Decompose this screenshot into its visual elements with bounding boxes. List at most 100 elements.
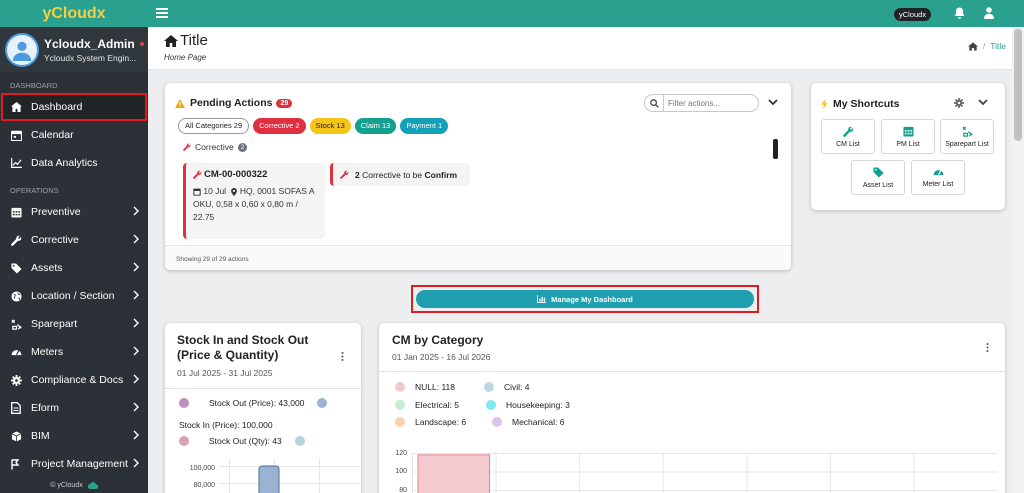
breadcrumb: / Title xyxy=(967,41,1006,51)
sidebar-item-meters[interactable]: Meters xyxy=(0,338,148,366)
y-tick-label: 100 xyxy=(395,468,407,475)
manage-dashboard-button[interactable]: Manage My Dashboard xyxy=(416,290,754,308)
actions-scrollbar-thumb[interactable] xyxy=(773,139,778,159)
actions-footer: Showing 29 of 29 actions xyxy=(165,245,791,270)
sidebar-item-corrective[interactable]: Corrective xyxy=(0,226,148,254)
category-pill-corrective[interactable]: Corrective 2 xyxy=(253,118,306,134)
category-pill-stock[interactable]: Stock 13 xyxy=(309,118,351,134)
gear-icon[interactable] xyxy=(954,98,964,108)
scrollbar-thumb[interactable] xyxy=(1014,29,1022,141)
legend-item-landscape[interactable]: Landscape: 6 xyxy=(395,417,466,427)
sidebar-item-label: Eform xyxy=(31,402,60,414)
cloud-icon xyxy=(87,481,98,489)
topbar: yCloudx xyxy=(148,0,1024,27)
legend-item-stock-in-price[interactable]: Stock In (Price): 100,000 xyxy=(179,420,273,430)
shortcut-meter-list[interactable]: Meter List xyxy=(911,160,965,195)
legend-swatch xyxy=(317,398,328,408)
page-scrollbar[interactable] xyxy=(1012,27,1024,493)
chevron-right-icon xyxy=(133,290,139,300)
chevron-right-icon xyxy=(133,206,139,216)
tenant-badge[interactable]: yCloudx xyxy=(894,8,932,21)
cm-category-chart-card: CM by Category 01 Jan 2025 - 16 Jul 2026… xyxy=(379,323,1005,493)
sidebar-item-label: BIM xyxy=(31,430,50,442)
stock-chart-plot xyxy=(219,458,359,493)
legend-item-electrical[interactable]: Electrical: 5 xyxy=(395,400,459,410)
legend-item-mechanical[interactable]: Mechanical: 6 xyxy=(492,417,564,427)
user-icon[interactable] xyxy=(984,7,994,19)
legend-item-stock-out-qty[interactable]: Stock Out (Qty): 43 xyxy=(179,436,305,446)
chevron-right-icon xyxy=(133,402,139,412)
sidebar-item-data-analytics[interactable]: Data Analytics xyxy=(0,149,148,177)
legend-item-null[interactable]: NULL: 118 xyxy=(395,382,455,392)
sidebar-item-calendar[interactable]: Calendar xyxy=(0,121,148,149)
cube-icon xyxy=(10,430,22,442)
sidebar-item-label: Meters xyxy=(31,346,64,358)
filter-actions-field[interactable] xyxy=(644,94,759,112)
legend-item-housekeeping[interactable]: Housekeeping: 3 xyxy=(486,400,570,410)
sidebar-item-compliance-docs[interactable]: Compliance & Docs xyxy=(0,366,148,394)
footer-copyright: © yCloudx xyxy=(50,482,83,489)
shortcut-pm-list[interactable]: PM List xyxy=(881,119,935,154)
legend-swatch xyxy=(486,400,496,410)
shortcut-asset-list[interactable]: Asset List xyxy=(851,160,905,195)
chevron-down-icon[interactable] xyxy=(768,99,778,106)
bolt-icon xyxy=(821,99,828,109)
shortcut-label: Meter List xyxy=(922,181,954,188)
legend-swatch xyxy=(294,436,305,446)
category-pill-payment[interactable]: Payment 1 xyxy=(400,118,449,134)
sidebar-item-label: Location / Section xyxy=(31,290,115,302)
sidebar-item-assets[interactable]: Assets xyxy=(0,254,148,282)
legend-label: Landscape: 6 xyxy=(415,417,467,427)
chevron-down-icon[interactable] xyxy=(978,99,988,106)
pending-actions-card: Pending Actions 29 All Categories 29 Cor… xyxy=(165,83,791,270)
stock-chart-title: Stock In and Stock Out (Price & Quantity… xyxy=(177,333,309,362)
action-location: HQ, 0001 SOFAS xyxy=(239,186,307,196)
warning-icon xyxy=(175,98,185,108)
group-count: 2 xyxy=(237,142,248,152)
hamburger-menu-icon[interactable] xyxy=(156,8,168,18)
map-marker-icon xyxy=(231,187,238,196)
action-date: 10 Jul xyxy=(203,186,227,196)
legend-label: NULL: 118 xyxy=(415,382,456,392)
breadcrumb-home-icon[interactable] xyxy=(967,41,978,51)
calendar-grid-icon xyxy=(10,206,22,218)
breadcrumb-current[interactable]: Title xyxy=(990,41,1006,51)
legend-item-civil[interactable]: Civil: 4 xyxy=(484,382,530,392)
brand-logo[interactable]: yCloudx xyxy=(0,0,148,27)
bar-null xyxy=(417,454,491,493)
category-pill-all[interactable]: All Categories 29 xyxy=(178,118,250,134)
calendar-grid-icon xyxy=(902,126,914,137)
chevron-right-icon xyxy=(133,262,139,272)
sidebar-item-project-management[interactable]: Project Management xyxy=(0,450,148,478)
legend-item-stock-out-price[interactable]: Stock Out (Price): 43,000 xyxy=(179,398,328,408)
page-header: Title Home Page / Title xyxy=(148,27,1012,70)
chevron-right-icon xyxy=(133,346,139,356)
action-card-cm[interactable]: CM-00-000322 10 Jul HQ, 0001 SOFAS A OKU… xyxy=(183,163,325,239)
sidebar-section-operations: OPERATIONS xyxy=(10,186,59,195)
shortcut-cm-list[interactable]: CM List xyxy=(821,119,875,154)
wrench-icon xyxy=(10,234,22,246)
group-header-corrective: Corrective 2 xyxy=(183,142,248,152)
category-pill-claim[interactable]: Claim 13 xyxy=(354,118,397,134)
bell-icon[interactable] xyxy=(954,7,965,19)
more-options-icon[interactable] xyxy=(341,352,344,361)
sidebar-item-sparepart[interactable]: Sparepart xyxy=(0,310,148,338)
action-card-confirm[interactable]: 2 Corrective to be Confirm xyxy=(330,163,470,186)
line-chart-icon xyxy=(10,157,22,169)
chevron-right-icon xyxy=(133,374,139,384)
legend-label: Electrical: 5 xyxy=(415,400,459,410)
sidebar-item-dashboard[interactable]: Dashboard xyxy=(1,93,147,121)
shortcut-sparepart-list[interactable]: Sparepart List xyxy=(940,119,994,154)
sidebar: yCloudx Ycloudx_Admin Ycloudx System Eng… xyxy=(0,0,148,493)
user-panel[interactable]: Ycloudx_Admin Ycloudx System Engin... xyxy=(0,27,148,72)
chevron-right-icon xyxy=(133,234,139,244)
sidebar-item-location-section[interactable]: Location / Section xyxy=(0,282,148,310)
filter-actions-input[interactable] xyxy=(664,98,754,108)
pending-actions-title: Pending Actions xyxy=(190,97,273,109)
sidebar-item-bim[interactable]: BIM xyxy=(0,422,148,450)
form-icon xyxy=(10,402,22,414)
sidebar-item-eform[interactable]: Eform xyxy=(0,394,148,422)
more-options-icon[interactable] xyxy=(986,343,989,352)
sidebar-item-label: Compliance & Docs xyxy=(31,374,124,386)
sidebar-item-preventive[interactable]: Preventive xyxy=(0,198,148,226)
